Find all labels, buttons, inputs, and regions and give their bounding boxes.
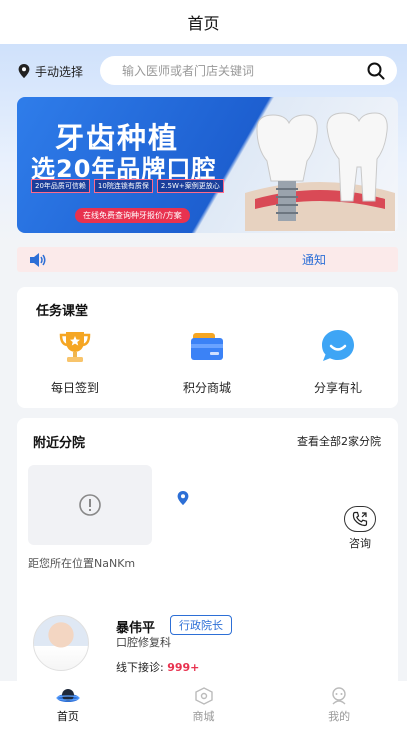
task-label: 分享有礼 <box>313 381 362 395</box>
bottom-tab-bar: 首页 商城 我的 <box>0 681 407 729</box>
banner-tag: 20年品质可信赖 <box>31 179 90 193</box>
tab-profile[interactable]: 我的 <box>271 681 407 729</box>
nearby-branches-card: 附近分院 查看全部2家分院 距您所在位置NaNKm 咨询 暴伟平 行政院长 口腔… <box>17 418 398 688</box>
map-marker-icon <box>177 491 189 505</box>
consult-button[interactable]: 咨询 <box>340 506 380 551</box>
location-pin-icon <box>18 64 30 78</box>
home-planet-icon <box>56 688 80 702</box>
chat-bubble-icon <box>322 330 354 361</box>
task-points-mall[interactable]: 积分商城 <box>162 327 252 396</box>
task-classroom-card: 任务课堂 每日签到 积分商城 分享有礼 <box>17 287 398 408</box>
consult-circle <box>344 506 376 532</box>
task-daily-checkin[interactable]: 每日签到 <box>30 327 120 396</box>
tab-label: 首页 <box>56 709 79 723</box>
tab-mall[interactable]: 商城 <box>136 681 272 729</box>
map-placeholder[interactable] <box>28 465 152 545</box>
banner-tag: 10院连锁有质保 <box>93 179 153 193</box>
promo-banner[interactable]: 牙齿种植 选20年品牌口腔 20年品质可信赖 10院连锁有质保 2.5W+案例更… <box>17 97 398 233</box>
search-bar[interactable] <box>100 56 397 85</box>
offline-count-value: 999+ <box>167 661 200 674</box>
task-label: 积分商城 <box>182 381 231 395</box>
notice-bar[interactable]: 通知 <box>17 247 398 272</box>
notice-text: 通知 <box>302 253 327 267</box>
consult-label: 咨询 <box>349 537 371 550</box>
banner-tags: 20年品质可信赖 10院连锁有质保 2.5W+案例更放心 <box>31 179 224 193</box>
search-icon[interactable] <box>367 62 385 80</box>
offline-consult-count: 线下接诊: 999+ <box>116 659 199 675</box>
card-icon <box>191 333 223 360</box>
doctor-title-badge: 行政院长 <box>170 615 232 635</box>
phone-icon <box>352 511 368 527</box>
location-selector[interactable]: 手动选择 <box>18 62 83 80</box>
banner-tag: 2.5W+案例更放心 <box>156 179 224 193</box>
tab-label: 商城 <box>192 709 215 723</box>
task-share-gift[interactable]: 分享有礼 <box>293 327 383 396</box>
tab-home[interactable]: 首页 <box>0 681 136 729</box>
section-title: 附近分院 <box>33 436 86 451</box>
doctor-department: 口腔修复科 <box>116 636 171 649</box>
banner-cta[interactable]: 在线免费查询种牙报价/方案 <box>75 208 190 223</box>
doctor-avatar[interactable] <box>33 615 89 671</box>
mall-icon <box>194 686 213 705</box>
trophy-icon <box>59 332 91 362</box>
nav-header: 首页 <box>0 0 407 44</box>
search-input[interactable] <box>122 63 342 78</box>
task-label: 每日签到 <box>50 381 99 395</box>
section-title: 任务课堂 <box>36 304 89 319</box>
tab-label: 我的 <box>328 709 351 723</box>
dental-implant-image <box>245 112 395 231</box>
offline-label: 线下接诊: <box>116 661 164 674</box>
profile-icon <box>332 686 346 705</box>
location-label: 手动选择 <box>35 64 84 79</box>
alert-icon <box>79 494 101 516</box>
speaker-icon <box>30 252 46 267</box>
view-all-branches-link[interactable]: 查看全部2家分院 <box>297 433 381 449</box>
distance-text: 距您所在位置NaNKm <box>28 557 136 570</box>
page-title: 首页 <box>187 14 220 33</box>
